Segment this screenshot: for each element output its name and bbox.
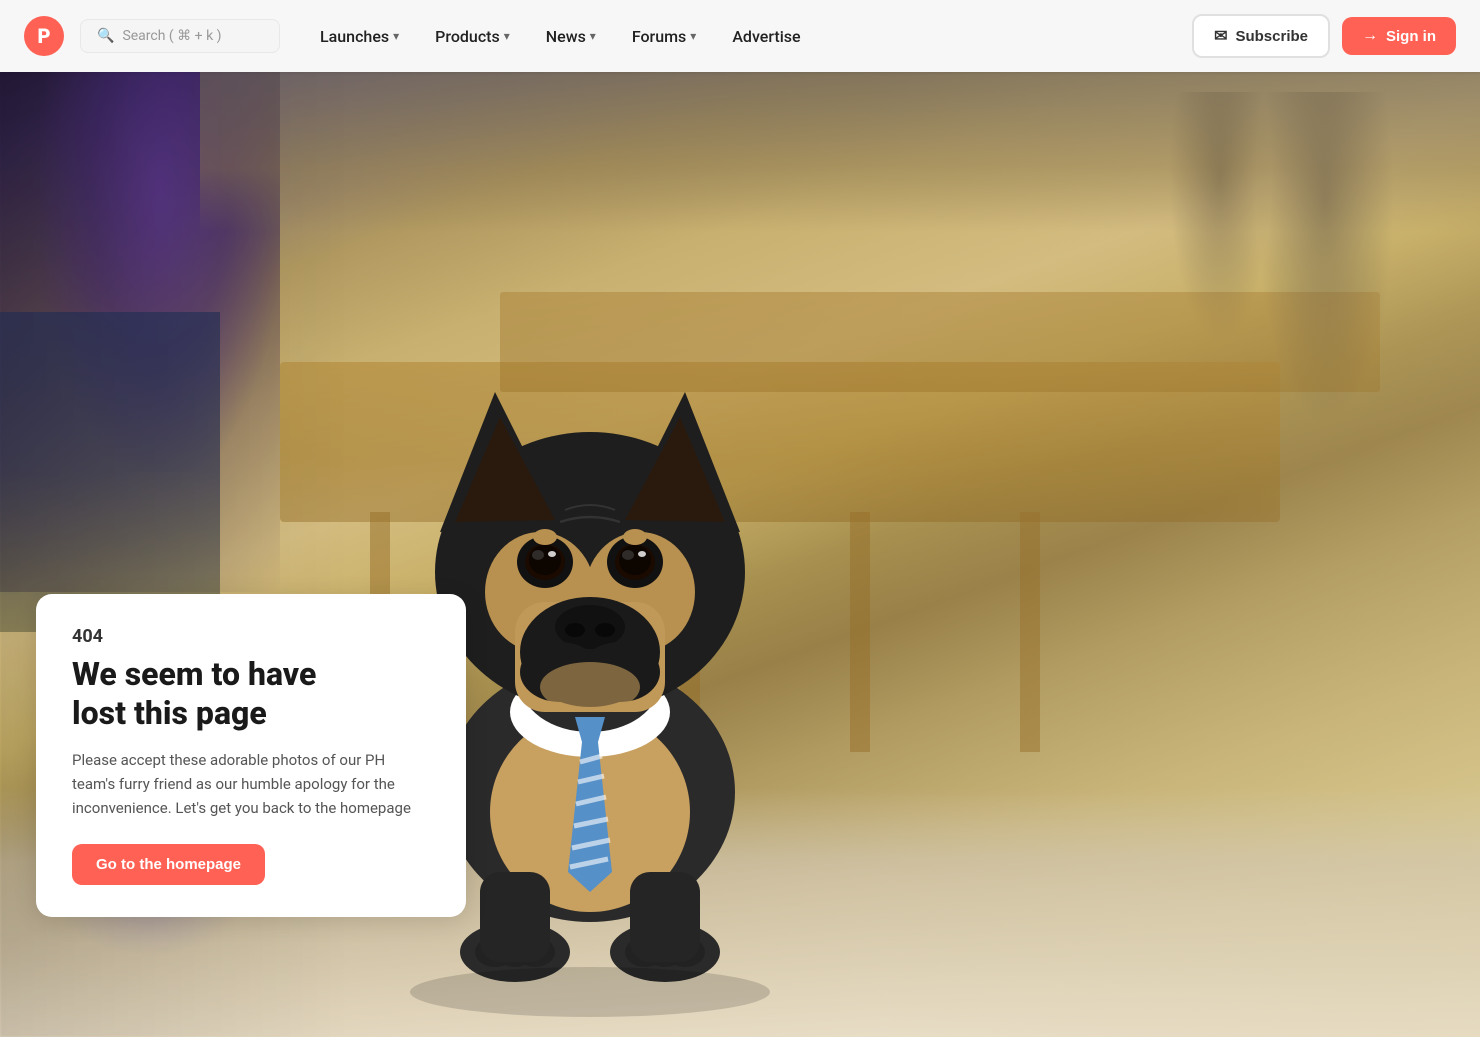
chevron-down-icon: ▾ — [393, 29, 399, 43]
nav-items: Launches ▾ Products ▾ News ▾ Forums ▾ Ad… — [304, 19, 1184, 54]
subscribe-button[interactable]: ✉ Subscribe — [1192, 14, 1330, 58]
logo[interactable]: P — [24, 16, 64, 56]
logo-letter: P — [37, 24, 50, 48]
chevron-down-icon: ▾ — [590, 29, 596, 43]
nav-actions: ✉ Subscribe → Sign in — [1192, 14, 1456, 58]
error-title-line2: lost this page — [72, 694, 267, 732]
subscribe-icon: ✉ — [1214, 26, 1227, 46]
search-placeholder-text: Search ( ⌘ + k ) — [122, 28, 221, 44]
search-bar[interactable]: 🔍 Search ( ⌘ + k ) — [80, 19, 280, 53]
nav-label-advertise: Advertise — [732, 27, 800, 46]
error-card: 404 We seem to have lost this page Pleas… — [36, 594, 466, 917]
error-title-line1: We seem to have — [72, 655, 316, 693]
nav-item-launches[interactable]: Launches ▾ — [304, 19, 415, 54]
error-description: Please accept these adorable photos of o… — [72, 748, 430, 820]
signin-button[interactable]: → Sign in — [1342, 17, 1456, 55]
chevron-down-icon: ▾ — [690, 29, 696, 43]
nav-label-launches: Launches — [320, 27, 389, 46]
chevron-down-icon: ▾ — [504, 29, 510, 43]
nav-label-news: News — [546, 27, 586, 46]
nav-item-products[interactable]: Products ▾ — [419, 19, 526, 54]
navbar: P 🔍 Search ( ⌘ + k ) Launches ▾ Products… — [0, 0, 1480, 72]
search-icon: 🔍 — [97, 28, 114, 44]
nav-item-forums[interactable]: Forums ▾ — [616, 19, 712, 54]
signin-icon: → — [1362, 27, 1378, 45]
nav-label-products: Products — [435, 27, 500, 46]
nav-label-forums: Forums — [632, 27, 686, 46]
signin-label: Sign in — [1386, 28, 1436, 45]
go-to-homepage-button[interactable]: Go to the homepage — [72, 844, 265, 885]
error-title: We seem to have lost this page — [72, 655, 430, 732]
subscribe-label: Subscribe — [1235, 28, 1308, 45]
error-code: 404 — [72, 626, 430, 647]
nav-item-news[interactable]: News ▾ — [530, 19, 612, 54]
nav-item-advertise[interactable]: Advertise — [716, 19, 816, 54]
